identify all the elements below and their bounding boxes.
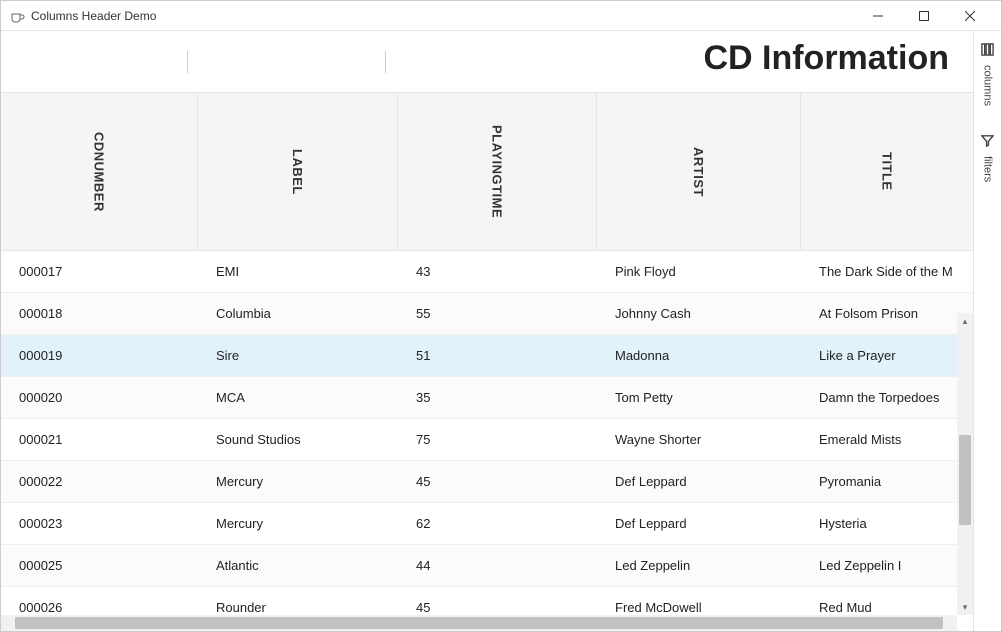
table-row[interactable]: 000025Atlantic44Led ZeppelinLed Zeppelin… (1, 545, 973, 587)
column-header-label[interactable]: LABEL (198, 93, 398, 250)
scroll-down-arrow[interactable]: ▾ (957, 599, 973, 615)
cell-cdnumber: 000021 (1, 432, 198, 447)
cell-cdnumber: 000023 (1, 516, 198, 531)
cell-artist: Led Zeppelin (597, 558, 801, 573)
cell-playingtime: 45 (398, 600, 597, 615)
horizontal-scroll-thumb[interactable] (15, 617, 943, 629)
horizontal-scrollbar[interactable] (1, 615, 957, 631)
vertical-scroll-thumb[interactable] (959, 435, 971, 525)
cell-playingtime: 35 (398, 390, 597, 405)
minimize-button[interactable] (855, 1, 901, 31)
cell-artist: Def Leppard (597, 474, 801, 489)
vertical-scrollbar[interactable]: ▴ ▾ (957, 313, 973, 615)
column-header-cdnumber[interactable]: CDNUMBER (1, 93, 198, 250)
cell-label: Atlantic (198, 558, 398, 573)
cell-artist: Johnny Cash (597, 306, 801, 321)
cell-title: At Folsom Prison (801, 306, 973, 321)
table-row[interactable]: 000022Mercury45Def LeppardPyromania (1, 461, 973, 503)
table: CDNUMBER LABEL PLAYINGTIME ARTIST TITLE … (1, 93, 973, 631)
column-headers: CDNUMBER LABEL PLAYINGTIME ARTIST TITLE (1, 93, 973, 251)
cell-label: Rounder (198, 600, 398, 615)
cell-cdnumber: 000025 (1, 558, 198, 573)
cell-cdnumber: 000020 (1, 390, 198, 405)
cell-artist: Wayne Shorter (597, 432, 801, 447)
page-title: CD Information (703, 39, 949, 78)
cell-playingtime: 75 (398, 432, 597, 447)
cell-artist: Madonna (597, 348, 801, 363)
table-row[interactable]: 000021Sound Studios75Wayne ShorterEmeral… (1, 419, 973, 461)
cell-playingtime: 62 (398, 516, 597, 531)
cell-title: The Dark Side of the M (801, 264, 973, 279)
cell-cdnumber: 000018 (1, 306, 198, 321)
cell-cdnumber: 000019 (1, 348, 198, 363)
cell-title: Damn the Torpedoes (801, 390, 973, 405)
sidetab-filters[interactable]: filters (981, 134, 994, 182)
cell-playingtime: 51 (398, 348, 597, 363)
maximize-button[interactable] (901, 1, 947, 31)
cell-artist: Fred McDowell (597, 600, 801, 615)
table-body: 000017EMI43Pink FloydThe Dark Side of th… (1, 251, 973, 615)
sidetab-columns[interactable]: columns (981, 43, 994, 106)
window-title: Columns Header Demo (31, 9, 156, 23)
cell-title: Pyromania (801, 474, 973, 489)
close-button[interactable] (947, 1, 993, 31)
cell-artist: Tom Petty (597, 390, 801, 405)
window-controls (855, 1, 993, 31)
sidetab-filters-label: filters (982, 156, 994, 182)
table-row[interactable]: 000018Columbia55Johnny CashAt Folsom Pri… (1, 293, 973, 335)
cell-playingtime: 55 (398, 306, 597, 321)
scroll-up-arrow[interactable]: ▴ (957, 313, 973, 329)
cell-playingtime: 44 (398, 558, 597, 573)
cell-label: Columbia (198, 306, 398, 321)
table-row[interactable]: 000026Rounder45Fred McDowellRed Mud (1, 587, 973, 615)
cell-cdnumber: 000022 (1, 474, 198, 489)
cell-label: Mercury (198, 474, 398, 489)
cell-title: Led Zeppelin I (801, 558, 973, 573)
side-tabs: columns filters (973, 31, 1001, 631)
table-row[interactable]: 000019Sire51MadonnaLike a Prayer (1, 335, 973, 377)
cell-artist: Pink Floyd (597, 264, 801, 279)
main-panel: CD Information CDNUMBER LABEL PLAYINGTIM… (1, 31, 973, 631)
cell-label: EMI (198, 264, 398, 279)
banner-dividers (187, 51, 583, 73)
cell-label: Sire (198, 348, 398, 363)
table-row[interactable]: 000020MCA35Tom PettyDamn the Torpedoes (1, 377, 973, 419)
app-icon (9, 8, 25, 24)
titlebar: Columns Header Demo (1, 1, 1001, 31)
cell-playingtime: 45 (398, 474, 597, 489)
cell-cdnumber: 000026 (1, 600, 198, 615)
sidetab-columns-label: columns (982, 65, 994, 106)
cell-artist: Def Leppard (597, 516, 801, 531)
cell-label: MCA (198, 390, 398, 405)
cell-title: Hysteria (801, 516, 973, 531)
cell-label: Mercury (198, 516, 398, 531)
banner: CD Information (1, 31, 973, 93)
table-row[interactable]: 000017EMI43Pink FloydThe Dark Side of th… (1, 251, 973, 293)
cell-playingtime: 43 (398, 264, 597, 279)
columns-icon (981, 43, 994, 61)
cell-title: Emerald Mists (801, 432, 973, 447)
cell-label: Sound Studios (198, 432, 398, 447)
column-header-playingtime[interactable]: PLAYINGTIME (398, 93, 597, 250)
cell-title: Red Mud (801, 600, 973, 615)
column-header-title[interactable]: TITLE (801, 93, 973, 250)
column-header-artist[interactable]: ARTIST (597, 93, 801, 250)
cell-title: Like a Prayer (801, 348, 973, 363)
cell-cdnumber: 000017 (1, 264, 198, 279)
filter-icon (981, 134, 994, 152)
table-row[interactable]: 000023Mercury62Def LeppardHysteria (1, 503, 973, 545)
